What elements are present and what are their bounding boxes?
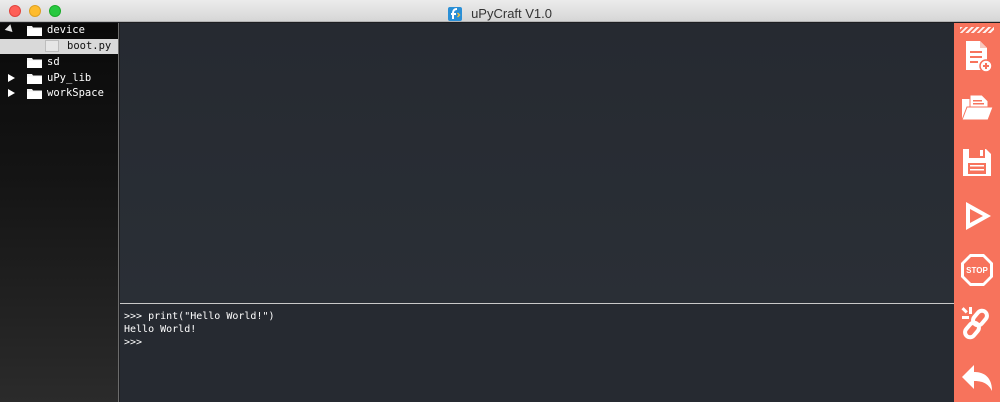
- title-bar: uPyCraft V1.0: [0, 0, 1000, 22]
- tree-item-label: uPy_lib: [47, 72, 92, 84]
- stop-button[interactable]: STOP: [958, 251, 996, 289]
- link-icon: [961, 307, 989, 340]
- expand-arrow-icon[interactable]: [8, 74, 15, 82]
- tree-item-label: sd: [47, 56, 60, 68]
- file-tree-sidebar: device boot.py sd uPy_lib workSpace: [0, 23, 119, 402]
- open-folder-icon: [961, 94, 994, 121]
- tree-item-workspace[interactable]: workSpace: [0, 86, 118, 101]
- upycraft-logo-icon: [447, 6, 462, 21]
- collapse-arrow-icon[interactable]: [4, 24, 16, 35]
- undo-icon: [962, 365, 992, 391]
- tree-item-label: boot.py: [67, 40, 112, 52]
- folder-icon: [27, 74, 42, 84]
- tree-item-upy-lib[interactable]: uPy_lib: [0, 71, 118, 86]
- folder-icon: [27, 26, 42, 36]
- folder-icon: [27, 89, 42, 99]
- play-icon: [966, 202, 991, 230]
- tree-item-label: device: [47, 24, 85, 36]
- window-title: uPyCraft V1.0: [0, 3, 1000, 21]
- code-editor[interactable]: [120, 23, 954, 303]
- right-toolbar: STOP: [954, 23, 1000, 402]
- undo-button[interactable]: [958, 359, 996, 397]
- folder-icon: [27, 58, 42, 68]
- save-button[interactable]: [958, 143, 996, 181]
- new-file-icon: [966, 41, 993, 73]
- tree-item-boot-py[interactable]: boot.py: [0, 39, 118, 54]
- terminal-line: >>> print("Hello World!"): [124, 311, 275, 322]
- tree-item-sd[interactable]: sd: [0, 55, 118, 70]
- toolbar-grip[interactable]: [960, 27, 994, 33]
- expand-arrow-icon[interactable]: [8, 89, 15, 97]
- terminal-line: Hello World!: [124, 324, 197, 335]
- save-icon: [963, 149, 991, 176]
- file-icon: [45, 40, 59, 52]
- new-file-button[interactable]: [958, 37, 996, 75]
- tree-item-label: workSpace: [47, 87, 104, 99]
- repl-terminal[interactable]: >>> print("Hello World!") Hello World! >…: [120, 304, 954, 402]
- stop-icon: STOP: [961, 254, 993, 286]
- terminal-prompt: >>>: [124, 337, 143, 348]
- connect-button[interactable]: [958, 305, 996, 343]
- download-and-run-button[interactable]: [958, 197, 996, 235]
- window-title-text: uPyCraft V1.0: [471, 6, 553, 21]
- tree-item-device[interactable]: device: [0, 23, 118, 38]
- stop-label: STOP: [966, 266, 988, 275]
- open-file-button[interactable]: [958, 89, 996, 127]
